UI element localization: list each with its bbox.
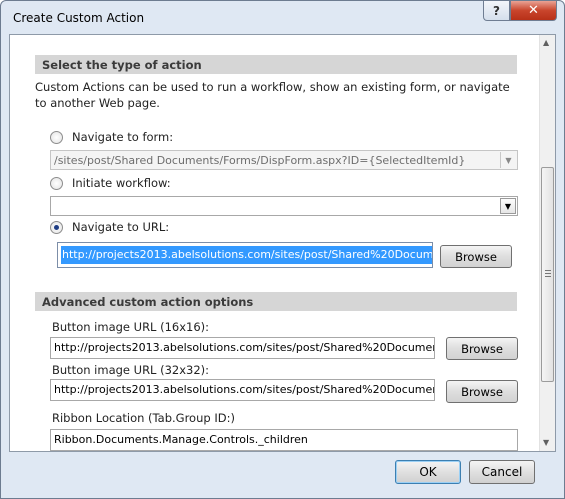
image16-value: http://projects2013.abelsolutions.com/si… — [54, 341, 435, 354]
ribbon-location-value: Ribbon.Documents.Manage.Controls._childr… — [54, 433, 308, 446]
ok-button[interactable]: OK — [395, 460, 461, 484]
scroll-up-icon[interactable]: ▲ — [543, 38, 549, 47]
help-icon: ? — [493, 3, 500, 18]
image16-browse-button[interactable]: Browse — [446, 337, 518, 360]
scroll-down-icon[interactable]: ▼ — [543, 438, 549, 447]
workflow-select[interactable] — [50, 196, 518, 216]
initiate-workflow-radio[interactable] — [50, 177, 63, 190]
navigate-form-value: /sites/post/Shared Documents/Forms/DispF… — [54, 154, 466, 167]
close-icon: ✕ — [528, 3, 539, 18]
image32-browse-button[interactable]: Browse — [446, 380, 518, 403]
ribbon-location-label: Ribbon Location (Tab.Group ID:) — [52, 411, 235, 425]
help-button[interactable]: ? — [483, 1, 510, 21]
dialog-window: Create Custom Action ? ✕ Select the type… — [0, 0, 565, 499]
image16-label: Button image URL (16x16): — [52, 320, 210, 334]
close-button[interactable]: ✕ — [510, 1, 557, 21]
workflow-dropdown-icon[interactable]: ▼ — [500, 198, 516, 214]
action-description: Custom Actions can be used to run a work… — [35, 80, 510, 110]
navigate-form-dropdown-icon: ▼ — [500, 152, 516, 168]
image32-input[interactable]: http://projects2013.abelsolutions.com/si… — [50, 379, 435, 401]
navigate-url-radio[interactable] — [50, 221, 63, 234]
cancel-button[interactable]: Cancel — [469, 460, 535, 484]
navigate-url-input[interactable]: http://projects2013.abelsolutions.com/si… — [57, 242, 433, 268]
navigate-url-label: Navigate to URL: — [72, 220, 170, 234]
image16-input[interactable]: http://projects2013.abelsolutions.com/si… — [50, 337, 435, 359]
section-header-advanced: Advanced custom action options — [35, 292, 517, 311]
section-header-action-type: Select the type of action — [35, 55, 517, 74]
navigate-url-browse-button[interactable]: Browse — [440, 245, 512, 268]
navigate-form-label: Navigate to form: — [72, 130, 174, 144]
title-bar: Create Custom Action ? ✕ — [1, 1, 564, 35]
scrollbar-thumb[interactable] — [541, 167, 554, 382]
dialog-title: Create Custom Action — [13, 11, 145, 25]
vertical-scrollbar[interactable]: ▲ ▼ — [539, 35, 555, 451]
scroll-content: Select the type of action Custom Actions… — [10, 35, 539, 451]
initiate-workflow-label: Initiate workflow: — [72, 176, 171, 190]
image32-value: http://projects2013.abelsolutions.com/si… — [54, 383, 435, 396]
image32-label: Button image URL (32x32): — [52, 363, 210, 377]
navigate-url-value: http://projects2013.abelsolutions.com/si… — [61, 246, 432, 264]
navigate-form-radio[interactable] — [50, 131, 63, 144]
dialog-content: Select the type of action Custom Actions… — [9, 34, 556, 452]
ribbon-location-input[interactable]: Ribbon.Documents.Manage.Controls._childr… — [50, 429, 518, 451]
navigate-form-select[interactable]: /sites/post/Shared Documents/Forms/DispF… — [50, 150, 518, 170]
